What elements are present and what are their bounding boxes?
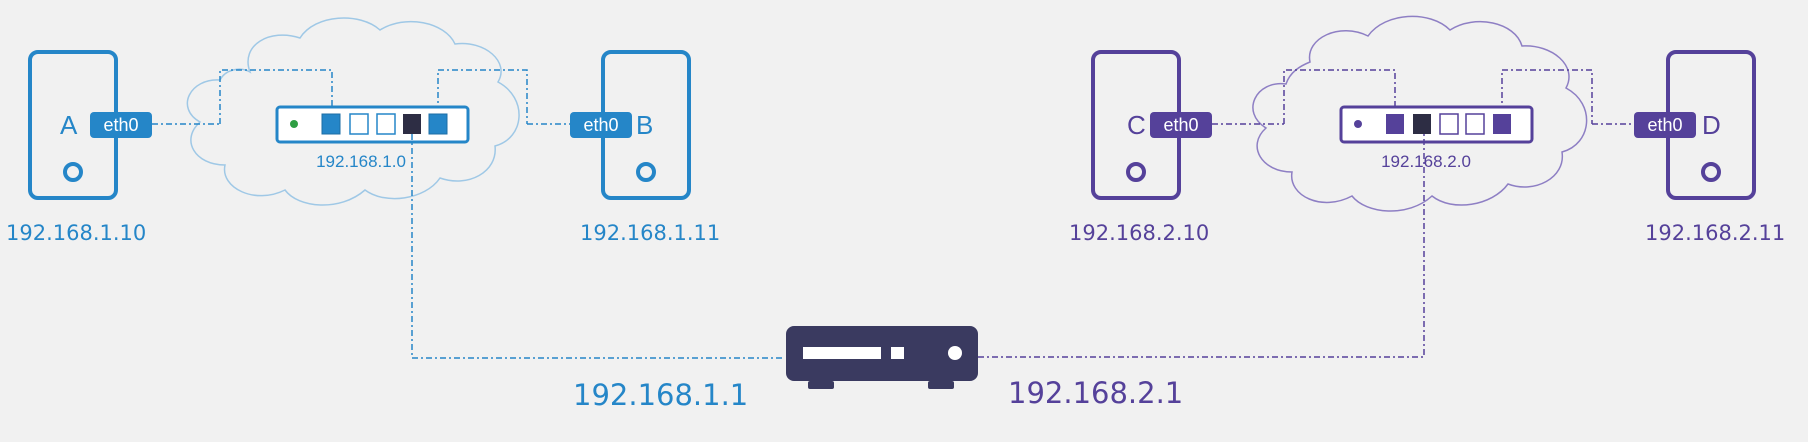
switch-port [1386, 114, 1404, 134]
switch-2[interactable]: 192.168.2.0 [1339, 105, 1534, 171]
power-button-icon [63, 162, 83, 182]
network-1: A eth0 B eth0 192.168.1.0 192.168.1.10 1… [6, 17, 720, 245]
host-letter: C [1127, 110, 1146, 140]
host-letter: B [636, 110, 653, 140]
switch-port [1465, 113, 1485, 135]
host-d-ip: 192.168.2.11 [1645, 221, 1785, 245]
eth0-badge: eth0 [1163, 115, 1198, 135]
switch-port [349, 113, 369, 135]
host-c-ip: 192.168.2.10 [1069, 221, 1209, 245]
switch-port [376, 113, 396, 135]
host-b[interactable]: B eth0 [570, 50, 691, 200]
router-ip-net2: 192.168.2.1 [1008, 376, 1183, 410]
host-letter: D [1702, 110, 1721, 140]
switch-port [403, 114, 421, 134]
host-c[interactable]: C eth0 [1091, 50, 1212, 200]
status-led-icon [1354, 120, 1362, 128]
host-a[interactable]: A eth0 [28, 50, 152, 200]
router-icon [786, 326, 978, 389]
router[interactable]: 192.168.1.1 192.168.2.1 [573, 326, 1183, 412]
switch-port [428, 113, 448, 135]
eth0-badge: eth0 [583, 115, 618, 135]
switch-port [1413, 114, 1431, 134]
switch-port [321, 113, 341, 135]
eth0-badge: eth0 [103, 115, 138, 135]
switch-port [1439, 113, 1459, 135]
power-button-icon [1701, 162, 1721, 182]
switch-1[interactable]: 192.168.1.0 [275, 105, 470, 171]
router-ip-net1: 192.168.1.1 [573, 378, 748, 412]
host-d[interactable]: D eth0 [1634, 50, 1756, 200]
network-2: C eth0 D eth0 192.168.2.0 192.168.2.10 1… [1069, 15, 1785, 245]
network-diagram: A eth0 B eth0 192.168.1.0 192.168.1.10 1… [6, 15, 1785, 412]
host-a-ip: 192.168.1.10 [6, 221, 146, 245]
host-b-ip: 192.168.1.11 [580, 221, 720, 245]
host-letter: A [60, 110, 78, 140]
status-led-icon [290, 120, 298, 128]
power-button-icon [636, 162, 656, 182]
switch-subnet-label: 192.168.2.0 [1381, 152, 1471, 171]
eth0-badge: eth0 [1647, 115, 1682, 135]
power-button-icon [1126, 162, 1146, 182]
switch-subnet-label: 192.168.1.0 [316, 152, 406, 171]
switch-port [1493, 114, 1511, 134]
